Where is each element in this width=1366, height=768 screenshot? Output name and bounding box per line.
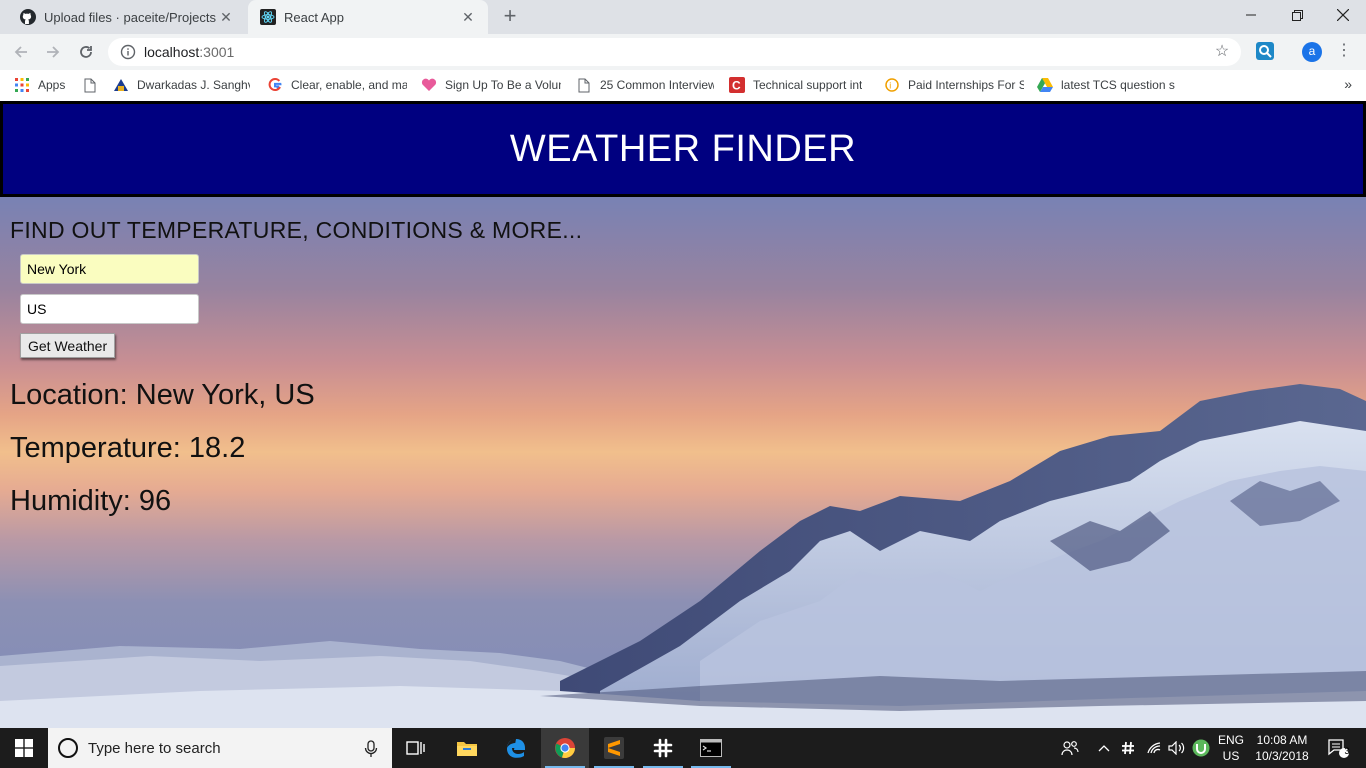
- language-code: ENG: [1217, 733, 1244, 747]
- page-icon: [82, 77, 98, 93]
- restore-icon[interactable]: [1274, 0, 1320, 30]
- google-icon: [267, 77, 283, 93]
- new-tab-button[interactable]: +: [498, 5, 522, 29]
- windows-start-icon[interactable]: [0, 728, 48, 768]
- app-header: WEATHER FINDER: [0, 101, 1366, 197]
- minimize-icon[interactable]: [1228, 0, 1274, 30]
- bookmark-label: Paid Internships For S: [908, 78, 1024, 92]
- menu-dots-icon[interactable]: ⋮: [1336, 42, 1352, 62]
- apps-grid-icon: [14, 77, 30, 93]
- bookmark-label: Apps: [38, 78, 66, 92]
- react-icon: [260, 9, 276, 25]
- utorrent-icon[interactable]: [1190, 728, 1212, 768]
- heart-icon: [421, 77, 437, 93]
- info-icon[interactable]: [120, 44, 136, 60]
- bookmark-star-icon[interactable]: ☆: [1213, 43, 1231, 61]
- bookmark-internships[interactable]: i Paid Internships For S: [884, 76, 1024, 94]
- bookmark-volunteer[interactable]: Sign Up To Be a Volun: [421, 76, 561, 94]
- task-view-icon[interactable]: [392, 728, 440, 768]
- github-icon: [20, 9, 36, 25]
- drive-icon: [1037, 77, 1053, 93]
- command-prompt-icon[interactable]: [687, 728, 735, 768]
- sublime-text-icon[interactable]: [590, 728, 638, 768]
- app-subtitle: FIND OUT TEMPERATURE, CONDITIONS & MORE.…: [10, 217, 583, 243]
- bookmark-label: 25 Common Interview: [600, 78, 714, 92]
- tab-strip: Upload files · paceite/Projects ✕ React …: [0, 0, 1366, 34]
- bookmark-technical-support[interactable]: C Technical support int: [729, 76, 869, 94]
- college-logo-icon: [113, 77, 129, 93]
- page-icon: [576, 77, 592, 93]
- close-tab-icon[interactable]: ✕: [216, 7, 236, 27]
- bookmark-label: latest TCS question s: [1061, 78, 1175, 92]
- close-tab-icon[interactable]: ✕: [458, 7, 478, 27]
- tab-title: React App: [284, 9, 344, 25]
- close-window-icon[interactable]: [1320, 0, 1366, 30]
- bookmark-djsanghvi[interactable]: Dwarkadas J. Sanghvi: [113, 76, 250, 94]
- bookmark-tcs-questions[interactable]: latest TCS question s: [1037, 76, 1177, 94]
- chrome-browser-icon[interactable]: [541, 728, 589, 768]
- get-weather-button[interactable]: Get Weather: [20, 333, 116, 358]
- temperature-result: Temperature: 18.2: [10, 432, 246, 464]
- clock[interactable]: 10:08 AM 10/3/2018: [1250, 732, 1314, 764]
- search-placeholder: Type here to search: [88, 739, 221, 757]
- bookmark-label: Dwarkadas J. Sanghvi: [137, 78, 250, 92]
- tab-title: Upload files · paceite/Projects: [44, 9, 216, 25]
- svg-text:i: i: [889, 81, 891, 91]
- reload-icon[interactable]: [73, 39, 99, 65]
- bookmark-label: Technical support int: [753, 78, 863, 92]
- country-input[interactable]: [20, 294, 199, 324]
- windows-taskbar: Type here to search ENG US 10:08 AM 10/3…: [0, 728, 1366, 768]
- people-icon[interactable]: [1058, 728, 1082, 768]
- notification-count: 3: [1344, 746, 1350, 756]
- profile-avatar[interactable]: a: [1302, 42, 1322, 62]
- slack-icon[interactable]: [639, 728, 687, 768]
- cortana-icon: [58, 738, 78, 758]
- tab-upload-files[interactable]: Upload files · paceite/Projects ✕: [8, 0, 246, 34]
- bookmark-clear-enable[interactable]: Clear, enable, and ma: [267, 76, 407, 94]
- bookmarks-overflow-button[interactable]: »: [1344, 76, 1352, 92]
- c-logo-icon: C: [729, 77, 745, 93]
- bookmark-blank-page[interactable]: [82, 76, 102, 94]
- bookmark-apps[interactable]: Apps: [14, 76, 74, 94]
- url-text: localhost:3001: [144, 44, 234, 60]
- svg-text:C: C: [732, 79, 741, 93]
- bookmark-label: Sign Up To Be a Volun: [445, 78, 561, 92]
- app-title: WEATHER FINDER: [509, 127, 857, 170]
- edge-browser-icon[interactable]: [492, 728, 540, 768]
- city-input[interactable]: [20, 254, 199, 284]
- action-center-icon[interactable]: 3: [1318, 728, 1358, 768]
- file-explorer-icon[interactable]: [443, 728, 491, 768]
- clock-date: 10/3/2018: [1255, 749, 1309, 763]
- input-language[interactable]: ENG US: [1214, 732, 1248, 764]
- location-result: Location: New York, US: [10, 379, 315, 411]
- taskbar-search-box[interactable]: Type here to search: [48, 728, 392, 768]
- wifi-icon[interactable]: [1144, 728, 1166, 768]
- hashtag-tray-icon[interactable]: [1118, 728, 1138, 768]
- address-bar[interactable]: localhost:3001 ☆: [108, 38, 1241, 66]
- internshala-icon: i: [884, 77, 900, 93]
- back-icon[interactable]: [8, 39, 34, 65]
- extension-search-icon[interactable]: [1256, 42, 1276, 62]
- humidity-result: Humidity: 96: [10, 485, 172, 517]
- show-hidden-icons-chevron-icon[interactable]: [1094, 728, 1114, 768]
- forward-icon[interactable]: [40, 39, 66, 65]
- tab-react-app[interactable]: React App ✕: [248, 0, 488, 34]
- browser-toolbar: localhost:3001 ☆: [0, 34, 1366, 70]
- region-code: US: [1222, 749, 1240, 763]
- url-host: localhost: [144, 44, 200, 60]
- microphone-icon[interactable]: [364, 740, 378, 758]
- clock-time: 10:08 AM: [1256, 733, 1308, 747]
- volume-icon[interactable]: [1166, 728, 1188, 768]
- url-port: :3001: [199, 44, 235, 60]
- page-viewport: WEATHER FINDER FIND OUT TEMPERATURE, CON…: [0, 101, 1366, 728]
- bookmark-interview[interactable]: 25 Common Interview: [576, 76, 714, 94]
- bookmark-label: Clear, enable, and ma: [291, 78, 407, 92]
- bookmarks-bar: Apps Dwarkadas J. Sanghvi Clear, enable,…: [0, 70, 1366, 100]
